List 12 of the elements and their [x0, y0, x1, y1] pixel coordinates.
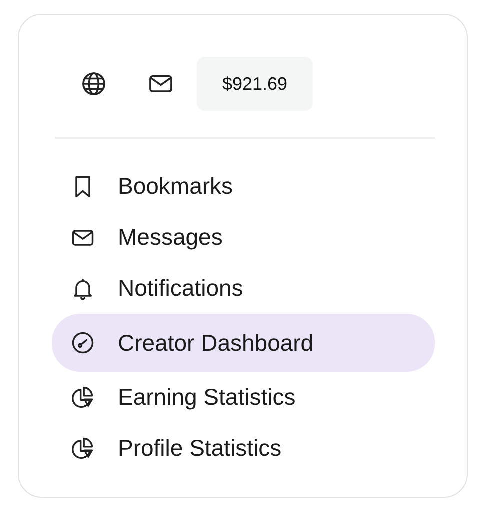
- balance-badge[interactable]: $921.69: [197, 57, 313, 111]
- gauge-icon: [70, 330, 96, 356]
- menu-item[interactable]: Notifications: [52, 263, 435, 314]
- menu-item[interactable]: Earning Statistics: [52, 372, 435, 423]
- pie-chart-icon: [70, 384, 96, 410]
- globe-icon: [80, 70, 108, 98]
- menu-item[interactable]: Messages: [52, 212, 435, 263]
- menu-item[interactable]: Creator Dashboard: [52, 314, 435, 372]
- pie-chart-icon: [70, 436, 96, 462]
- menu-item[interactable]: Profile Statistics: [52, 423, 435, 474]
- language-button[interactable]: [80, 70, 108, 98]
- menu-item[interactable]: Bookmarks: [52, 161, 435, 212]
